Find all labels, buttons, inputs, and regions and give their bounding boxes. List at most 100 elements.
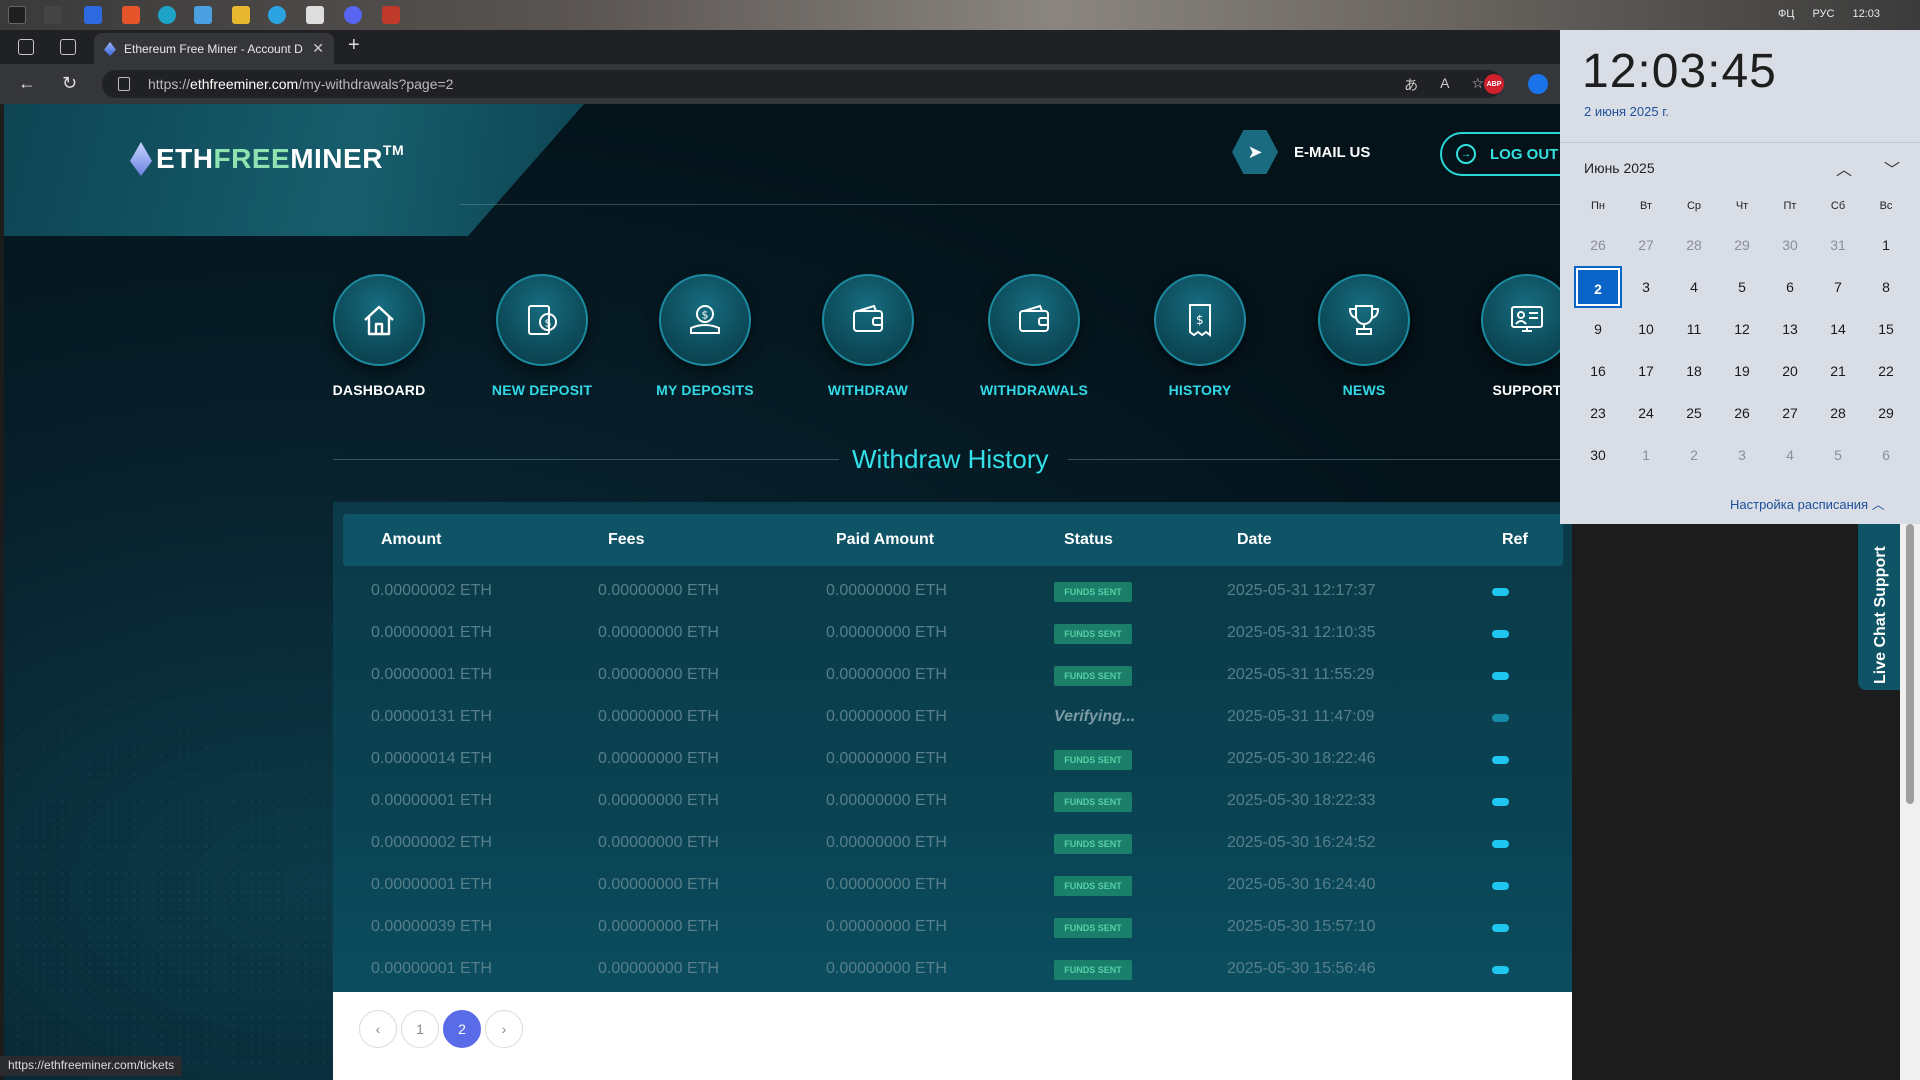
calendar-day[interactable]: 23 [1576, 394, 1620, 432]
ref-indicator[interactable] [1492, 588, 1509, 596]
calendar-day[interactable]: 3 [1624, 268, 1668, 306]
scroll-thumb[interactable] [1906, 524, 1914, 804]
calendar-day[interactable]: 15 [1864, 310, 1908, 348]
calendar-day[interactable]: 5 [1720, 268, 1764, 306]
site-logo[interactable]: ETHFREEMINERTM [130, 142, 404, 176]
chevron-down-icon[interactable]: ﹀ [1884, 156, 1900, 180]
app-icon[interactable] [306, 6, 324, 24]
calendar-day[interactable]: 2 [1574, 266, 1622, 308]
calendar-day[interactable]: 6 [1768, 268, 1812, 306]
url-field[interactable]: https://ethfreeminer.com/my-withdrawals?… [102, 70, 1502, 98]
schedule-settings-link[interactable]: Настройка расписания ︿ [1730, 494, 1885, 513]
tab-actions-icon[interactable] [60, 39, 76, 55]
close-icon[interactable]: ✕ [312, 40, 324, 57]
ref-indicator[interactable] [1492, 966, 1509, 974]
monitor-icon[interactable] [194, 6, 212, 24]
telegram-icon[interactable] [268, 6, 286, 24]
adblock-icon[interactable]: ABP [1484, 74, 1504, 94]
lock-icon[interactable] [118, 77, 130, 91]
calendar-day[interactable]: 12 [1720, 310, 1764, 348]
calendar-day[interactable]: 29 [1720, 226, 1764, 264]
browser-tab[interactable]: Ethereum Free Miner - Account D ✕ [94, 33, 334, 64]
edge-icon[interactable] [158, 6, 176, 24]
calendar-day[interactable]: 4 [1768, 436, 1812, 474]
calendar-day[interactable]: 27 [1624, 226, 1668, 264]
prev-page-button[interactable]: ‹ [359, 1010, 397, 1048]
calendar-day[interactable]: 10 [1624, 310, 1668, 348]
calendar-day[interactable]: 22 [1864, 352, 1908, 390]
nav-withdrawals[interactable]: WITHDRAWALS [969, 274, 1099, 398]
calendar-day[interactable]: 28 [1816, 394, 1860, 432]
calendar-day[interactable]: 7 [1816, 268, 1860, 306]
tray-item[interactable]: 12:03 [1852, 8, 1880, 20]
page-2-button[interactable]: 2 [443, 1010, 481, 1048]
ref-indicator[interactable] [1492, 840, 1509, 848]
ref-indicator[interactable] [1492, 714, 1509, 722]
calendar-day[interactable]: 5 [1816, 436, 1860, 474]
discord-icon[interactable] [344, 6, 362, 24]
new-tab-icon[interactable]: + [348, 34, 360, 57]
next-page-button[interactable]: › [485, 1010, 523, 1048]
page-1-button[interactable]: 1 [401, 1010, 439, 1048]
back-icon[interactable]: ← [18, 73, 36, 94]
nav-dashboard[interactable]: DASHBOARD [314, 274, 444, 398]
folder-icon[interactable] [232, 6, 250, 24]
calendar-day[interactable]: 19 [1720, 352, 1764, 390]
nav-withdraw[interactable]: WITHDRAW [803, 274, 933, 398]
workspaces-icon[interactable] [18, 39, 34, 55]
calendar-day[interactable]: 29 [1864, 394, 1908, 432]
nav-news[interactable]: NEWS [1299, 274, 1429, 398]
calendar-day[interactable]: 27 [1768, 394, 1812, 432]
calendar-day[interactable]: 26 [1720, 394, 1764, 432]
calendar-month[interactable]: Июнь 2025 [1584, 160, 1655, 176]
calendar-day[interactable]: 6 [1864, 436, 1908, 474]
calendar-day[interactable]: 26 [1576, 226, 1620, 264]
calendar-day[interactable]: 9 [1576, 310, 1620, 348]
email-us-button[interactable]: ➤ E-MAIL US [1232, 130, 1370, 174]
favorite-star-icon[interactable]: ☆ [1471, 75, 1484, 95]
ref-indicator[interactable] [1492, 798, 1509, 806]
nav-history[interactable]: $ HISTORY [1135, 274, 1265, 398]
ref-indicator[interactable] [1492, 924, 1509, 932]
read-aloud-icon[interactable]: A [1440, 75, 1449, 95]
calendar-day[interactable]: 21 [1816, 352, 1860, 390]
calendar-day[interactable]: 24 [1624, 394, 1668, 432]
live-chat-button[interactable]: Live Chat Support [1858, 520, 1900, 690]
calendar-day[interactable]: 3 [1720, 436, 1764, 474]
calendar-day[interactable]: 13 [1768, 310, 1812, 348]
ref-indicator[interactable] [1492, 882, 1509, 890]
ref-indicator[interactable] [1492, 672, 1509, 680]
refresh-icon[interactable]: ↻ [62, 73, 77, 94]
nav-new-deposit[interactable]: $ NEW DEPOSIT [477, 274, 607, 398]
tray-item[interactable]: ФЦ [1778, 8, 1795, 20]
ref-indicator[interactable] [1492, 756, 1509, 764]
app-icon[interactable] [44, 6, 62, 24]
calendar-day[interactable]: 31 [1816, 226, 1860, 264]
app-icon[interactable] [382, 6, 400, 24]
nav-my-deposits[interactable]: $ MY DEPOSITS [640, 274, 770, 398]
store-icon[interactable] [84, 6, 102, 24]
calendar-day[interactable]: 25 [1672, 394, 1716, 432]
start-icon[interactable] [8, 6, 26, 24]
nav-support[interactable]: SUPPORT [1462, 274, 1572, 398]
ref-indicator[interactable] [1492, 630, 1509, 638]
calendar-day[interactable]: 1 [1624, 436, 1668, 474]
tray-item[interactable]: РУС [1812, 8, 1834, 20]
calendar-day[interactable]: 2 [1672, 436, 1716, 474]
logout-button[interactable]: → LOG OUT [1440, 132, 1572, 176]
calendar-day[interactable]: 28 [1672, 226, 1716, 264]
calendar-day[interactable]: 20 [1768, 352, 1812, 390]
extension-icon[interactable] [1528, 74, 1548, 94]
calendar-day[interactable]: 17 [1624, 352, 1668, 390]
calendar-day[interactable]: 1 [1864, 226, 1908, 264]
chevron-up-icon[interactable]: ︿ [1836, 156, 1852, 180]
translate-icon[interactable]: あ [1404, 75, 1418, 95]
calendar-day[interactable]: 30 [1768, 226, 1812, 264]
calendar-day[interactable]: 16 [1576, 352, 1620, 390]
clock-date[interactable]: 2 июня 2025 г. [1584, 104, 1669, 119]
calendar-day[interactable]: 8 [1864, 268, 1908, 306]
calendar-day[interactable]: 30 [1576, 436, 1620, 474]
calendar-day[interactable]: 18 [1672, 352, 1716, 390]
calendar-day[interactable]: 4 [1672, 268, 1716, 306]
brave-icon[interactable] [122, 6, 140, 24]
